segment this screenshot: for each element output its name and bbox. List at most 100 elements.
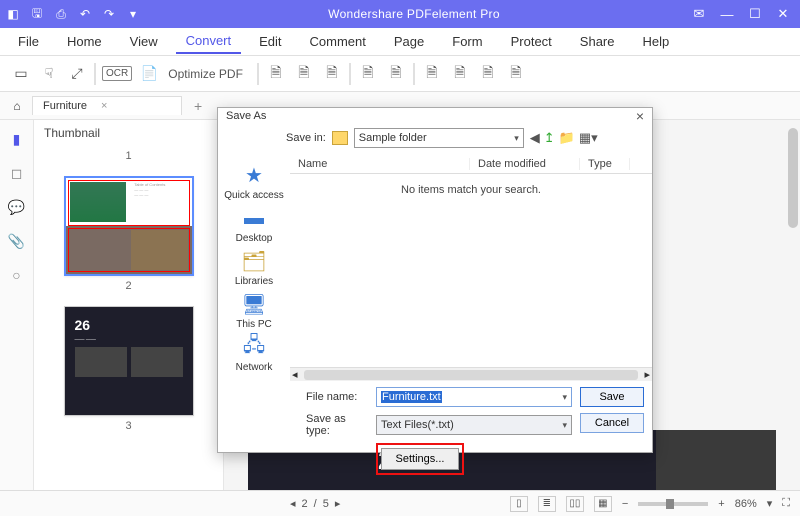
attachment-panel-icon[interactable]: 📎 — [8, 232, 26, 250]
new-folder-icon[interactable]: 📁 — [559, 130, 575, 146]
view-grid-icon[interactable]: ▦ — [594, 496, 612, 512]
convert-word-icon[interactable]: 🗎 — [265, 63, 287, 85]
savein-value: Sample folder — [359, 132, 427, 144]
cancel-button[interactable]: Cancel — [580, 413, 644, 433]
prev-page-icon[interactable]: ◂ — [290, 497, 296, 510]
page-num-3: 3 — [52, 420, 205, 432]
menu-help[interactable]: Help — [633, 30, 680, 53]
zoom-in-icon[interactable]: + — [718, 498, 724, 510]
sidebar: ▮ ◻ 💬 📎 ○ — [0, 120, 34, 490]
optimize-icon[interactable]: 📄 — [138, 63, 160, 85]
print-icon[interactable]: ⎙ — [52, 5, 70, 23]
next-page-icon[interactable]: ▸ — [335, 497, 341, 510]
toolbar: ▭ ☟ ⤢ OCR 📄 Optimize PDF 🗎 🗎 🗎 🗎 🗎 🗎 🗎 🗎… — [0, 56, 800, 92]
col-date[interactable]: Date modified — [470, 158, 580, 170]
vertical-scrollbar[interactable] — [788, 128, 798, 228]
scroll-right-icon[interactable]: ▸ — [644, 368, 650, 381]
tab-close-icon[interactable]: × — [101, 100, 107, 112]
page-total: 5 — [323, 498, 329, 510]
convert-image-icon[interactable]: 🗎 — [357, 63, 379, 85]
convert-html-icon[interactable]: 🗎 — [449, 63, 471, 85]
save-button[interactable]: Save — [580, 387, 644, 407]
save-as-dialog: Save As × Save in: Sample folder ▾ ◀ ↥ 📁… — [217, 107, 653, 453]
new-tab-button[interactable]: + — [186, 98, 210, 114]
menu-protect[interactable]: Protect — [501, 30, 562, 53]
select-tool-icon[interactable]: ▭ — [10, 63, 32, 85]
menu-home[interactable]: Home — [57, 30, 112, 53]
minimize-button[interactable]: — — [714, 4, 740, 24]
place-libraries[interactable]: 🗂Libraries — [235, 248, 273, 287]
document-tab[interactable]: Furniture × — [32, 96, 182, 115]
mail-icon[interactable]: ✉ — [686, 4, 712, 24]
menu-convert[interactable]: Convert — [176, 29, 242, 54]
menu-file[interactable]: File — [8, 30, 49, 53]
zoom-out-icon[interactable]: − — [622, 498, 628, 510]
places-bar: ★Quick access ▬Desktop 🗂Libraries 🖥This … — [218, 154, 290, 381]
menu-edit[interactable]: Edit — [249, 30, 291, 53]
col-type[interactable]: Type — [580, 158, 630, 170]
save-icon[interactable]: 🖫 — [28, 5, 46, 23]
menu-share[interactable]: Share — [570, 30, 625, 53]
file-list[interactable]: Name Date modified Type No items match y… — [290, 154, 652, 381]
chevron-down-icon: ▾ — [514, 133, 519, 144]
menu-comment[interactable]: Comment — [300, 30, 376, 53]
comment-panel-icon[interactable]: 💬 — [8, 198, 26, 216]
convert-rtf-icon[interactable]: 🗎 — [477, 63, 499, 85]
zoom-tool-icon[interactable]: ⤢ — [66, 63, 88, 85]
separator — [413, 63, 415, 85]
zoom-dropdown-icon[interactable]: ▾ — [767, 497, 773, 510]
back-icon[interactable]: ◀ — [530, 130, 540, 146]
zoom-value: 86% — [735, 498, 757, 510]
menu-view[interactable]: View — [120, 30, 168, 53]
col-name[interactable]: Name — [290, 158, 470, 170]
titlebar: ◧ 🖫 ⎙ ↶ ↷ ▾ Wondershare PDFelement Pro ✉… — [0, 0, 800, 28]
convert-excel-icon[interactable]: 🗎 — [293, 63, 315, 85]
undo-icon[interactable]: ↶ — [76, 5, 94, 23]
filename-input[interactable]: Furniture.txt ▾ — [376, 387, 572, 407]
thumbnail-panel-icon[interactable]: ▮ — [8, 130, 26, 148]
horizontal-scrollbar[interactable]: ◂ ▸ — [290, 367, 652, 381]
page-num-2: 2 — [52, 280, 205, 292]
settings-button[interactable]: Settings... — [381, 448, 459, 470]
optimize-label[interactable]: Optimize PDF — [168, 67, 243, 81]
view-cont-icon[interactable]: ≣ — [538, 496, 556, 512]
savein-combo[interactable]: Sample folder ▾ — [354, 128, 524, 148]
savetype-label: Save as type: — [306, 413, 368, 437]
thumbnail-page-3[interactable]: 26 —— —— — [64, 306, 194, 416]
view-menu-icon[interactable]: ▦▾ — [579, 130, 598, 146]
redo-icon[interactable]: ↷ — [100, 5, 118, 23]
scroll-left-icon[interactable]: ◂ — [292, 368, 298, 381]
menu-page[interactable]: Page — [384, 30, 434, 53]
settings-highlight: Settings... — [376, 443, 464, 475]
dialog-close-button[interactable]: × — [636, 108, 644, 124]
bookmark-panel-icon[interactable]: ◻ — [8, 164, 26, 182]
ocr-button[interactable]: OCR — [102, 66, 132, 81]
view-double-icon[interactable]: ▯▯ — [566, 496, 584, 512]
search-panel-icon[interactable]: ○ — [8, 266, 26, 284]
zoom-slider[interactable] — [638, 502, 708, 506]
savetype-combo[interactable]: Text Files(*.txt) ▾ — [376, 415, 572, 435]
titlebar-dropdown-icon[interactable]: ▾ — [124, 5, 142, 23]
view-single-icon[interactable]: ▯ — [510, 496, 528, 512]
filename-value: Furniture.txt — [381, 391, 442, 403]
thumbnail-page-2[interactable]: Table of Contents— — —— — — — [64, 176, 194, 276]
hand-tool-icon[interactable]: ☟ — [38, 63, 60, 85]
convert-ppt-icon[interactable]: 🗎 — [321, 63, 343, 85]
page-current: 2 — [302, 498, 308, 510]
place-network[interactable]: 🖧Network — [236, 334, 273, 373]
place-this-pc[interactable]: 🖥This PC — [236, 291, 272, 330]
close-button[interactable]: ✕ — [770, 4, 796, 24]
empty-message: No items match your search. — [290, 174, 652, 367]
place-desktop[interactable]: ▬Desktop — [236, 205, 273, 244]
convert-epub-icon[interactable]: 🗎 — [421, 63, 443, 85]
menu-form[interactable]: Form — [442, 30, 492, 53]
place-quick-access[interactable]: ★Quick access — [224, 162, 283, 201]
maximize-button[interactable]: ☐ — [742, 4, 768, 24]
convert-other-icon[interactable]: 🗎 — [505, 63, 527, 85]
chevron-down-icon: ▾ — [562, 420, 567, 431]
fullscreen-icon[interactable]: ⛶ — [782, 497, 790, 510]
home-tab-icon[interactable]: ⌂ — [6, 99, 28, 113]
convert-text-icon[interactable]: 🗎 — [385, 63, 407, 85]
up-icon[interactable]: ↥ — [544, 130, 555, 146]
thumbnail-header: Thumbnail — [34, 120, 223, 146]
